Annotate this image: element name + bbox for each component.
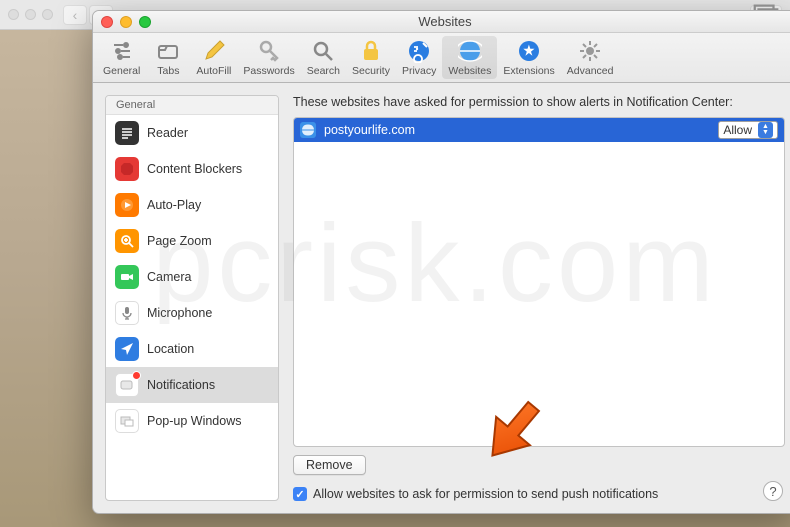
camera-icon [115, 265, 139, 289]
popup-windows-icon [115, 409, 139, 433]
allow-ask-checkbox[interactable]: ✓ [293, 487, 307, 501]
general-icon [109, 38, 135, 64]
toolbar-search[interactable]: Search [301, 36, 346, 79]
toolbar-advanced[interactable]: Advanced [561, 36, 620, 79]
titlebar: Websites [93, 11, 790, 33]
sidebar-item-camera[interactable]: Camera [106, 259, 278, 295]
page-zoom-icon [115, 229, 139, 253]
site-domain: postyourlife.com [324, 123, 415, 137]
toolbar-websites[interactable]: Websites [442, 36, 497, 79]
search-icon [310, 38, 336, 64]
websites-icon [457, 38, 483, 64]
outer-close-dot [8, 9, 19, 20]
content-blockers-icon [115, 157, 139, 181]
site-list[interactable]: postyourlife.com Allow ▲▼ [293, 117, 785, 447]
sidebar-header: General [106, 96, 278, 115]
sidebar: General Reader Content Blockers Auto-Pla… [105, 95, 279, 501]
notifications-badge [132, 371, 141, 380]
sidebar-item-microphone[interactable]: Microphone [106, 295, 278, 331]
select-stepper-icon: ▲▼ [758, 122, 773, 138]
preferences-window: Websites General Tabs AutoFill Passwords… [92, 10, 790, 514]
sidebar-item-location[interactable]: Location [106, 331, 278, 367]
toolbar-general[interactable]: General [97, 36, 146, 79]
preferences-toolbar: General Tabs AutoFill Passwords Search S… [93, 33, 790, 83]
close-button[interactable] [101, 16, 113, 28]
location-icon [115, 337, 139, 361]
site-favicon-icon [300, 122, 316, 138]
permission-select[interactable]: Allow ▲▼ [718, 121, 778, 139]
nav-back-icon: ‹ [63, 5, 87, 25]
help-button[interactable]: ? [763, 481, 783, 501]
privacy-icon [406, 38, 432, 64]
checkbox-label: Allow websites to ask for permission to … [313, 487, 658, 501]
microphone-icon [115, 301, 139, 325]
zoom-button[interactable] [139, 16, 151, 28]
sidebar-item-notifications[interactable]: Notifications [106, 367, 278, 403]
site-row[interactable]: postyourlife.com Allow ▲▼ [294, 118, 784, 142]
sidebar-item-reader[interactable]: Reader [106, 115, 278, 151]
reader-icon [115, 121, 139, 145]
sidebar-item-content-blockers[interactable]: Content Blockers [106, 151, 278, 187]
outer-max-dot [42, 9, 53, 20]
sidebar-item-popup-windows[interactable]: Pop-up Windows [106, 403, 278, 439]
tabs-icon [155, 38, 181, 64]
extensions-icon [516, 38, 542, 64]
sidebar-item-page-zoom[interactable]: Page Zoom [106, 223, 278, 259]
window-title: Websites [418, 14, 471, 29]
sidebar-item-auto-play[interactable]: Auto-Play [106, 187, 278, 223]
toolbar-passwords[interactable]: Passwords [237, 36, 300, 79]
pane-description: These websites have asked for permission… [293, 95, 785, 109]
toolbar-tabs[interactable]: Tabs [146, 36, 190, 79]
toolbar-extensions[interactable]: Extensions [497, 36, 560, 79]
main-pane: These websites have asked for permission… [293, 95, 785, 501]
advanced-icon [577, 38, 603, 64]
autofill-icon [201, 38, 227, 64]
remove-button[interactable]: Remove [293, 455, 366, 475]
minimize-button[interactable] [120, 16, 132, 28]
toolbar-autofill[interactable]: AutoFill [190, 36, 237, 79]
security-icon [358, 38, 384, 64]
outer-min-dot [25, 9, 36, 20]
passwords-icon [256, 38, 282, 64]
toolbar-privacy[interactable]: Privacy [396, 36, 442, 79]
auto-play-icon [115, 193, 139, 217]
toolbar-security[interactable]: Security [346, 36, 396, 79]
